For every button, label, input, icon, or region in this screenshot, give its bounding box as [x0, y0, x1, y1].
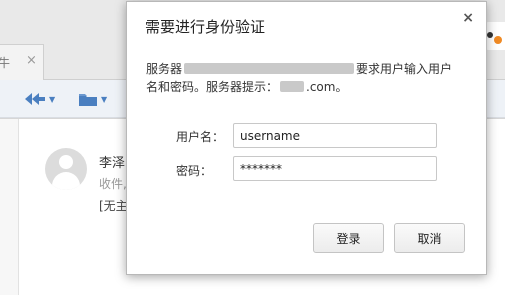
server-hint-suffix: .com。	[306, 80, 348, 94]
username-field[interactable]	[233, 123, 437, 148]
password-field[interactable]	[233, 156, 437, 181]
server-hint-prefix: 名和密码。服务器提示：	[146, 80, 279, 94]
tab-label: 牛	[0, 56, 11, 70]
password-label: 密码：	[176, 164, 213, 178]
login-button[interactable]: 登录	[313, 223, 384, 253]
redacted-domain	[280, 81, 305, 92]
sender-name[interactable]: 李泽	[99, 152, 125, 171]
server-prefix-text: 服务器	[146, 62, 183, 76]
mail-subject: [无主	[99, 199, 128, 213]
chevron-down-icon: ▼	[101, 94, 108, 104]
chevron-down-icon: ▼	[49, 94, 56, 104]
redacted-server-url	[184, 63, 355, 74]
browser-tab[interactable]: 牛 ×	[0, 44, 44, 80]
cancel-button[interactable]: 取消	[394, 223, 465, 253]
auth-message-line-2: 名和密码。服务器提示： .com。	[146, 78, 347, 95]
tab-close-icon[interactable]: ×	[26, 53, 37, 68]
close-icon[interactable]: ×	[462, 10, 474, 26]
dialog-title: 需要进行身份验证	[145, 18, 266, 36]
recipients-label: 收件,	[99, 177, 127, 191]
username-label: 用户名：	[176, 130, 225, 144]
move-to-folder-button[interactable]: ▼	[78, 90, 107, 108]
reply-all-button[interactable]: ▼	[24, 90, 55, 108]
server-suffix-text: 要求用户输入用户	[356, 62, 453, 76]
avatar	[45, 148, 87, 190]
folder-icon	[79, 93, 97, 106]
reply-all-icon	[25, 93, 45, 105]
auth-dialog: 需要进行身份验证 × 服务器 要求用户输入用户 名和密码。服务器提示： .com…	[126, 1, 487, 275]
auth-message-line-1: 服务器 要求用户输入用户	[146, 60, 452, 77]
